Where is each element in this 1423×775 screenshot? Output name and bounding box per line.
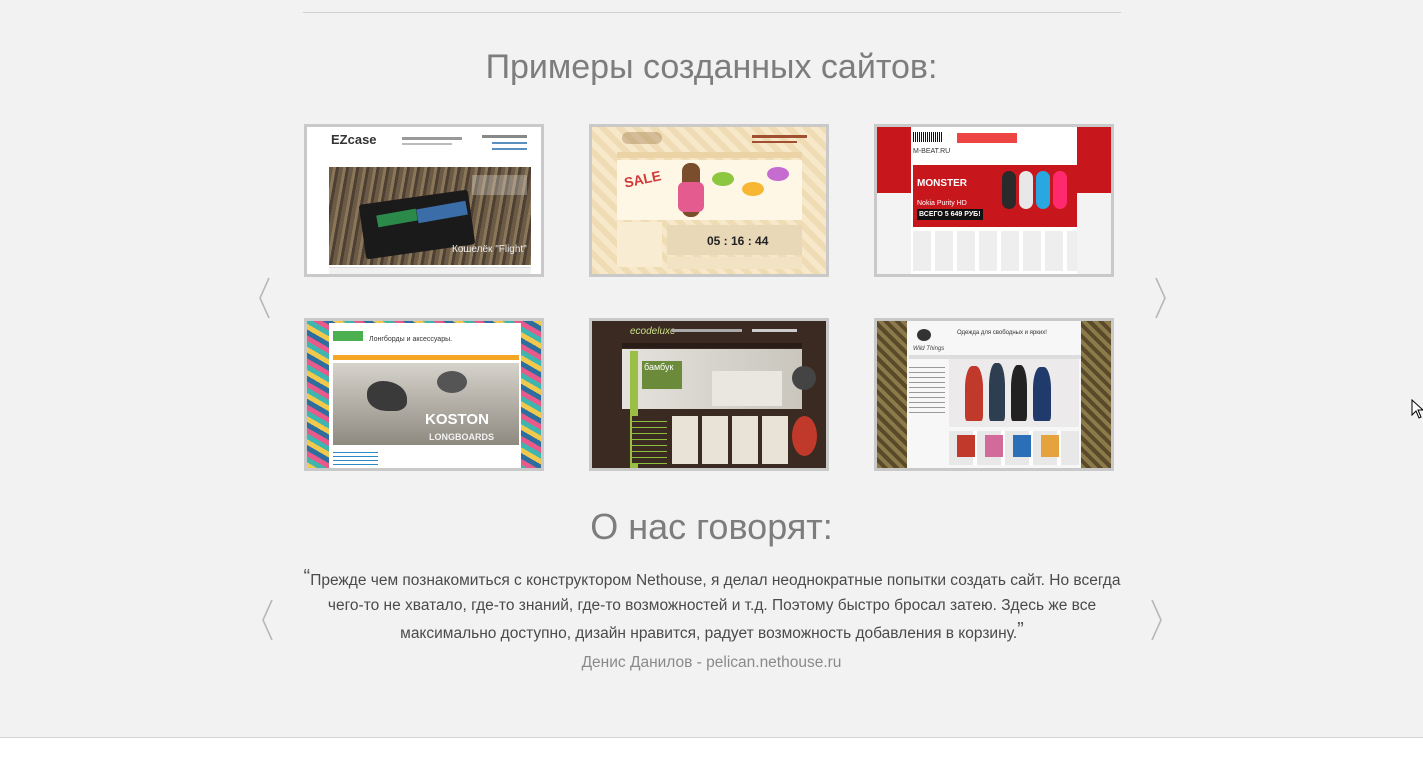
reviews-next-button[interactable] [1148,598,1164,642]
reviews-title: О нас говорят: [590,506,833,547]
example-site-ecodeluxe[interactable]: ecodeluxe бамбук [589,318,829,471]
review-author: Денис Данилов - pelican.nethouse.ru [581,654,842,671]
example-site-koston[interactable]: Лонгборды и аксессуары. KOSTON LONGBOARD… [304,318,544,471]
sale-timer: 05 : 16 : 44 [707,234,769,248]
example-site-sale-shop[interactable]: SALE 05 : 16 : 44 [589,124,829,277]
mbeat-logo: M-BEAT.RU [913,148,951,155]
ecodeluxe-banner: бамбук [644,362,674,372]
review-text: Прежде чем познакомиться с конструктором… [310,572,1121,642]
koston-subtitle: LONGBOARDS [429,432,494,442]
example-site-wild-things[interactable]: Wild Things Одежда для свободных и ярких… [874,318,1114,471]
koston-logo: Лонгборды и аксессуары. [369,336,453,343]
wildthings-logo: Wild Things [913,346,945,352]
ecodeluxe-logo: ecodeluxe [630,326,676,337]
mbeat-price: ВСЕГО 5 649 РУБ! [917,209,983,220]
koston-banner: KOSTON [425,411,489,428]
footer-strip [0,738,1423,775]
close-quote-mark: ” [1017,619,1024,641]
chevron-left-icon [259,277,270,319]
mouse-cursor-icon [1411,399,1423,419]
review-quote: “Прежде чем познакомиться с конструкторо… [303,565,1121,646]
mbeat-subtitle: Nokia Purity HD [917,200,967,207]
top-divider [303,12,1121,13]
chevron-right-icon [1151,599,1162,641]
examples-next-button[interactable] [1152,276,1168,320]
wildthings-banner: Одежда для свободных и ярких! [957,330,1047,336]
examples-prev-button[interactable] [257,276,273,320]
mbeat-banner: MONSTER [917,178,967,189]
ezcase-logo: EZcase [331,132,377,147]
example-site-m-beat[interactable]: M-BEAT.RU MONSTER Nokia Purity HD ВСЕГО … [874,124,1114,277]
examples-title: Примеры созданных сайтов: [485,48,938,86]
chevron-left-icon [262,599,273,641]
ezcase-banner: Кошелёк "Flight" [452,244,527,255]
example-site-ezcase[interactable]: EZcase Кошелёк "Flight" [304,124,544,277]
reviews-prev-button[interactable] [260,598,276,642]
chevron-right-icon [1155,277,1166,319]
